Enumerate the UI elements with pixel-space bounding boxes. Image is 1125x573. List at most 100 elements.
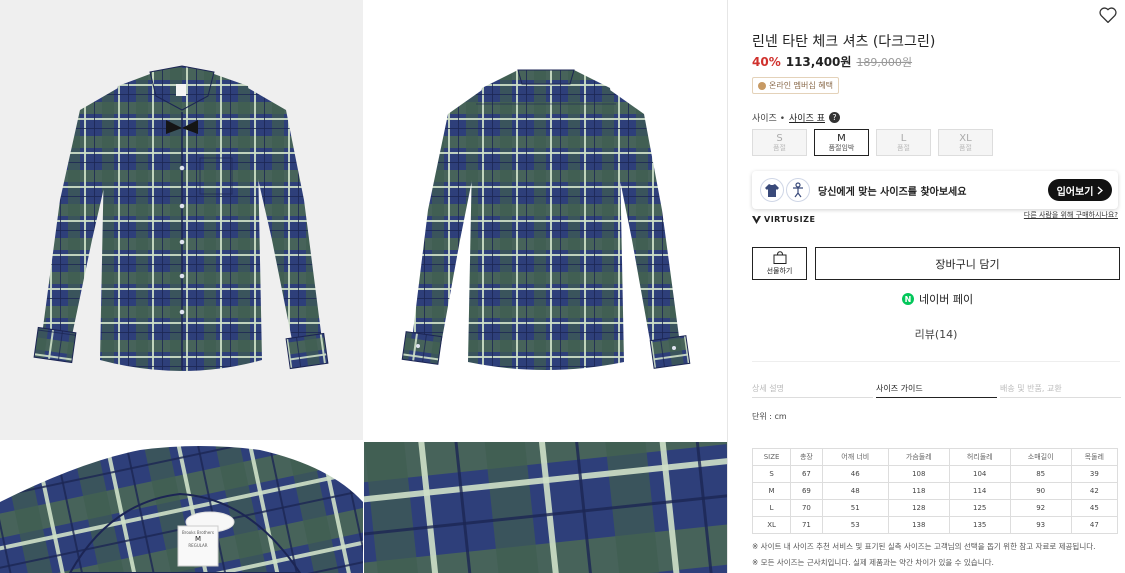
- size-table: SIZE 총장 어깨 너비 가슴둘레 허리둘레 소매길이 목둘레 S 67 46…: [751, 448, 1119, 534]
- body-icon: [786, 178, 810, 202]
- gift-label: 선물하기: [766, 267, 793, 275]
- table-cell: 128: [887, 499, 950, 517]
- table-row: XL 71 53 138 135 93 47: [751, 516, 1119, 534]
- size-option-stock: 품절: [897, 143, 910, 152]
- original-price: 189,000원: [856, 56, 913, 69]
- size-label: 사이즈 •: [752, 114, 786, 124]
- size-table-header-cell: 소매길이: [1009, 448, 1072, 466]
- size-options: S 품절 M 품절임박 L 품절 XL 품절: [752, 129, 993, 156]
- table-cell: L: [751, 499, 792, 517]
- size-table-header-cell: 총장: [790, 448, 823, 466]
- size-option-m[interactable]: M 품절임박: [814, 129, 869, 156]
- table-cell: 39: [1070, 465, 1119, 483]
- table-cell: 108: [887, 465, 950, 483]
- table-cell: 48: [821, 482, 889, 500]
- gift-button[interactable]: 선물하기: [752, 247, 807, 280]
- virtusize-logo-text: VIRTUSIZE: [764, 215, 816, 224]
- virtusize-logo: VIRTUSIZE: [752, 215, 815, 224]
- add-to-cart-button[interactable]: 장바구니 담기: [815, 247, 1120, 280]
- table-cell: 93: [1009, 516, 1072, 534]
- unit-label: 단위 : cm: [752, 412, 787, 421]
- info-tabs: 상세 설명 사이즈 가이드 배송 및 반품, 교환: [752, 383, 1121, 398]
- table-cell: 104: [948, 465, 1011, 483]
- table-cell: 85: [1009, 465, 1072, 483]
- virtusize-widget[interactable]: 당신에게 맞는 사이즈를 찾아보세요 입어보기: [752, 171, 1118, 209]
- virtusize-v-icon: [752, 215, 761, 224]
- try-on-label: 입어보기: [1056, 186, 1094, 198]
- product-image-collar-detail[interactable]: Brooks Brothers M REGULAR: [0, 442, 363, 573]
- size-label-row: 사이즈 • 사이즈 표 ?: [752, 111, 840, 124]
- size-option-l[interactable]: L 품절: [876, 129, 931, 156]
- gift-bag-icon: [773, 251, 786, 264]
- size-table-header-cell: 어깨 너비: [821, 448, 889, 466]
- tab-detail-description[interactable]: 상세 설명: [752, 383, 873, 398]
- product-image-back[interactable]: [364, 0, 727, 440]
- table-cell: S: [751, 465, 792, 483]
- table-cell: 114: [948, 482, 1011, 500]
- shirt-label-fit: REGULAR: [188, 543, 208, 548]
- table-row: S 67 46 108 104 85 39: [751, 465, 1119, 483]
- shirt-label-size: M: [194, 535, 202, 543]
- product-gallery: Brooks Brothers M REGULAR: [0, 0, 727, 573]
- size-option-s[interactable]: S 품절: [752, 129, 807, 156]
- table-cell: 70: [790, 499, 823, 517]
- size-option-name: M: [837, 132, 846, 144]
- size-table-header-cell: 허리둘레: [948, 448, 1011, 466]
- product-image-front[interactable]: [0, 0, 363, 440]
- shirt-icon: [760, 178, 784, 202]
- table-cell: 67: [790, 465, 823, 483]
- chevron-right-icon: [1097, 185, 1104, 195]
- table-cell: 51: [821, 499, 889, 517]
- heart-icon[interactable]: [1098, 6, 1118, 24]
- size-option-xl[interactable]: XL 품절: [938, 129, 993, 156]
- size-option-stock: 품절임박: [828, 143, 855, 152]
- size-notes: ※ 사이트 내 사이즈 추천 서비스 및 표기된 실측 사이즈는 고객님의 선택…: [752, 539, 1096, 571]
- size-note: ※ 모든 사이즈는 근사치입니다. 실제 제품과는 약간 차이가 있을 수 있습…: [752, 558, 994, 567]
- table-cell: M: [751, 482, 792, 500]
- table-cell: 46: [821, 465, 889, 483]
- table-cell: 138: [887, 516, 950, 534]
- virtusize-prompt: 당신에게 맞는 사이즈를 찾아보세요: [818, 186, 967, 198]
- try-on-button[interactable]: 입어보기: [1048, 179, 1112, 201]
- size-option-stock: 품절: [959, 143, 972, 152]
- section-divider: [752, 361, 1120, 362]
- product-detail-panel: 린넨 타탄 체크 셔츠 (다크그린) 40% 113,400원 189,000원…: [751, 0, 1121, 573]
- table-row: M 69 48 118 114 90 42: [751, 482, 1119, 500]
- size-table-header-cell: 가슴둘레: [887, 448, 950, 466]
- size-note: ※ 사이트 내 사이즈 추천 서비스 및 표기된 실측 사이즈는 고객님의 선택…: [752, 542, 1096, 551]
- discount-rate: 40%: [752, 55, 781, 69]
- naver-pay-label: 네이버 페이: [919, 293, 974, 306]
- virtusize-icons: [760, 178, 810, 202]
- table-cell: 53: [821, 516, 889, 534]
- table-cell: 42: [1070, 482, 1119, 500]
- panel-divider: [727, 0, 728, 573]
- membership-badge: 온라인 멤버십 혜택: [752, 77, 839, 94]
- size-chart-link[interactable]: 사이즈 표: [789, 111, 825, 124]
- size-table-header: SIZE 총장 어깨 너비 가슴둘레 허리둘레 소매길이 목둘레: [751, 448, 1119, 466]
- sale-price: 113,400원: [785, 55, 852, 69]
- membership-icon: [758, 81, 766, 90]
- table-cell: 118: [887, 482, 950, 500]
- tab-size-guide[interactable]: 사이즈 가이드: [876, 383, 997, 398]
- product-image-fabric-detail[interactable]: [364, 442, 727, 573]
- action-buttons: 선물하기 장바구니 담기: [752, 247, 1120, 280]
- shirt-label: Brooks Brothers M REGULAR: [180, 530, 216, 548]
- size-option-stock: 품절: [773, 143, 786, 152]
- table-cell: 45: [1070, 499, 1119, 517]
- table-cell: 90: [1009, 482, 1072, 500]
- membership-badge-label: 온라인 멤버십 혜택: [769, 81, 833, 90]
- size-table-header-cell: 목둘레: [1070, 448, 1119, 466]
- buy-for-others-link[interactable]: 다른 사람을 위해 구매하시나요?: [1024, 210, 1118, 220]
- naver-pay-button[interactable]: N 네이버 페이: [902, 291, 973, 307]
- help-icon[interactable]: ?: [829, 112, 840, 123]
- table-cell: 92: [1009, 499, 1072, 517]
- table-cell: 135: [948, 516, 1011, 534]
- product-title: 린넨 타탄 체크 셔츠 (다크그린): [752, 34, 936, 50]
- table-cell: 69: [790, 482, 823, 500]
- size-option-name: L: [900, 132, 907, 144]
- naver-n-icon: N: [902, 293, 914, 305]
- tab-shipping-returns[interactable]: 배송 및 반품, 교환: [1000, 383, 1121, 398]
- reviews-link[interactable]: 리뷰(14): [752, 326, 1120, 342]
- table-row: L 70 51 128 125 92 45: [751, 499, 1119, 517]
- table-cell: 71: [790, 516, 823, 534]
